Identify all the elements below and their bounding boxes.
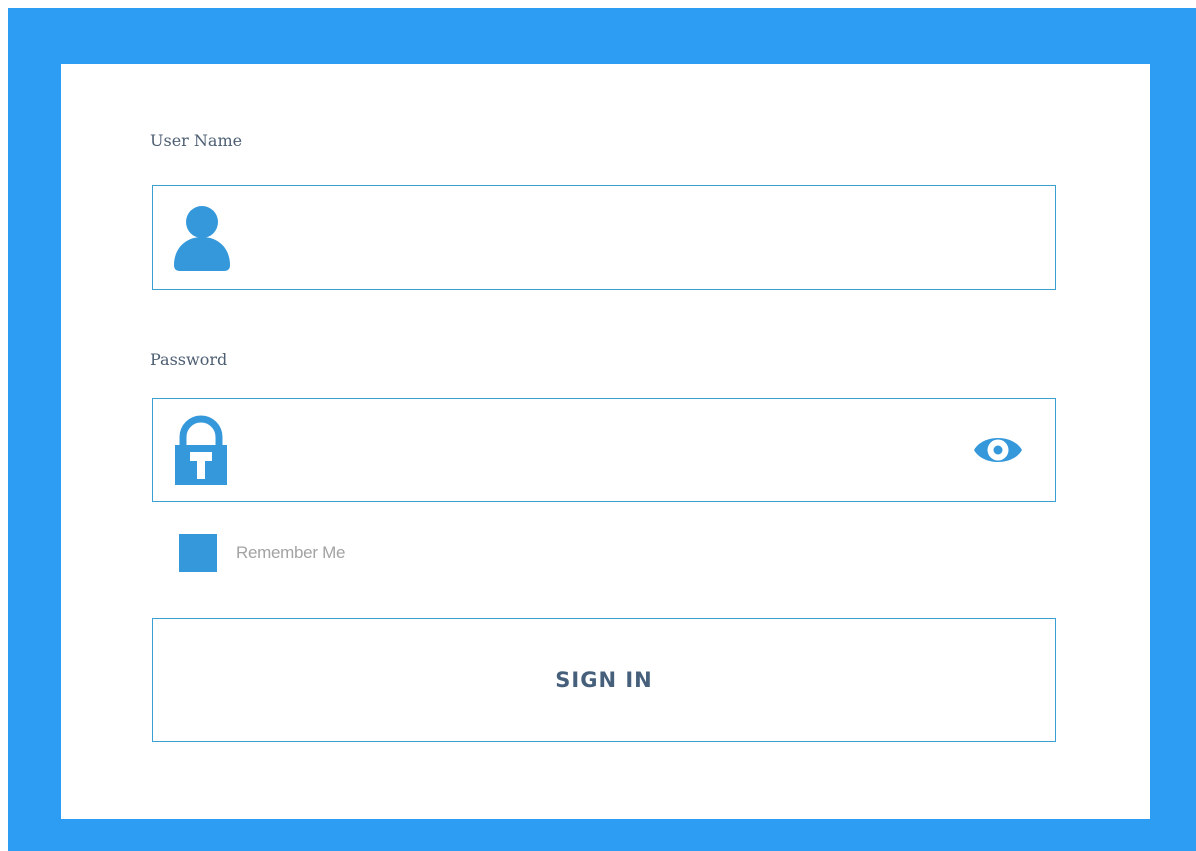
eye-icon[interactable] — [973, 431, 1023, 469]
password-input[interactable] — [249, 399, 949, 501]
remember-me-checkbox[interactable] — [179, 534, 217, 572]
username-input[interactable] — [249, 186, 1029, 289]
remember-me-label: Remember Me — [236, 543, 346, 562]
username-label: User Name — [150, 131, 243, 150]
password-label: Password — [150, 350, 228, 369]
user-icon — [174, 206, 230, 271]
sign-in-button[interactable]: SIGN IN — [152, 618, 1056, 742]
lock-icon — [175, 415, 227, 485]
password-field[interactable] — [152, 398, 1056, 502]
username-field[interactable] — [152, 185, 1056, 290]
